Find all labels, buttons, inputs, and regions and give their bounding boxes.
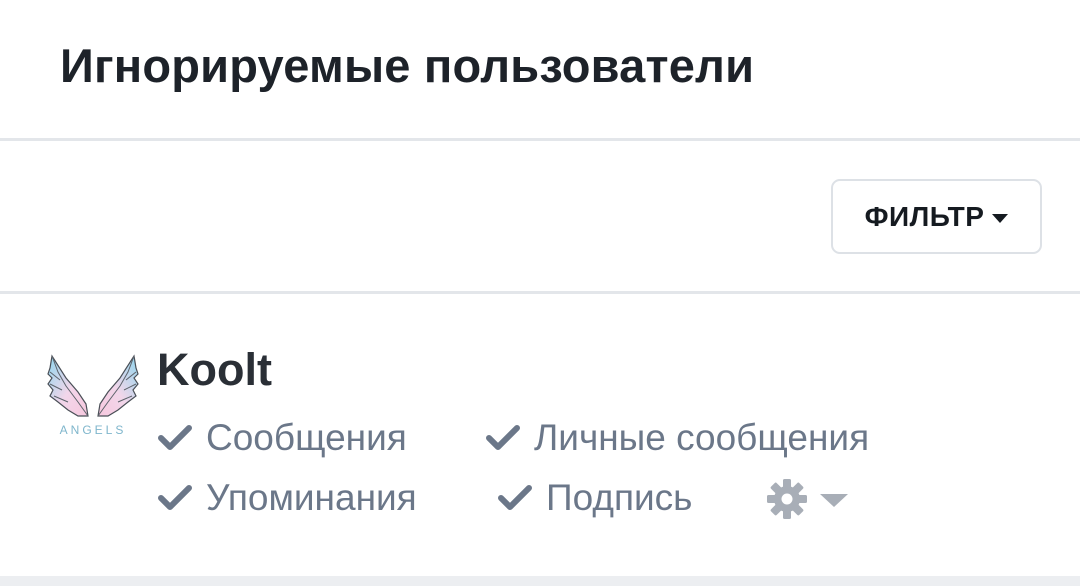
option-label: Упоминания [206,477,417,518]
username-link[interactable]: Koolt [157,344,272,396]
angels-wings-logo: ANGELS [47,354,139,437]
filter-button-label: ФИЛЬТР [864,200,985,232]
page-title: Игнорируемые пользователи [60,39,755,92]
check-icon [498,485,532,510]
option-label: Личные сообщения [534,417,870,458]
page-header: Игнорируемые пользователи [0,0,1080,141]
option-private-messages[interactable]: Личные сообщения [486,414,869,462]
caret-down-icon [992,213,1009,223]
divider [0,576,1080,586]
ignored-user-item: ANGELS Koolt Сообщения Личные сообщения … [0,294,1080,578]
check-icon [158,425,192,450]
option-messages[interactable]: Сообщения [158,414,407,462]
avatar[interactable]: ANGELS [44,350,142,440]
caret-down-icon [820,493,848,507]
filter-bar: ФИЛЬТР [0,141,1080,294]
settings-dropdown[interactable] [766,478,848,520]
svg-text:ANGELS: ANGELS [60,423,127,437]
ignored-users-page: Игнорируемые пользователи ФИЛЬТР ANGELS … [0,0,1080,586]
option-label: Подпись [546,477,693,518]
option-signature[interactable]: Подпись [498,474,692,522]
option-mentions[interactable]: Упоминания [158,474,417,522]
option-label: Сообщения [206,417,407,458]
filter-button[interactable]: ФИЛЬТР [831,179,1042,254]
check-icon [158,485,192,510]
gear-icon [767,479,807,519]
check-icon [486,425,520,450]
